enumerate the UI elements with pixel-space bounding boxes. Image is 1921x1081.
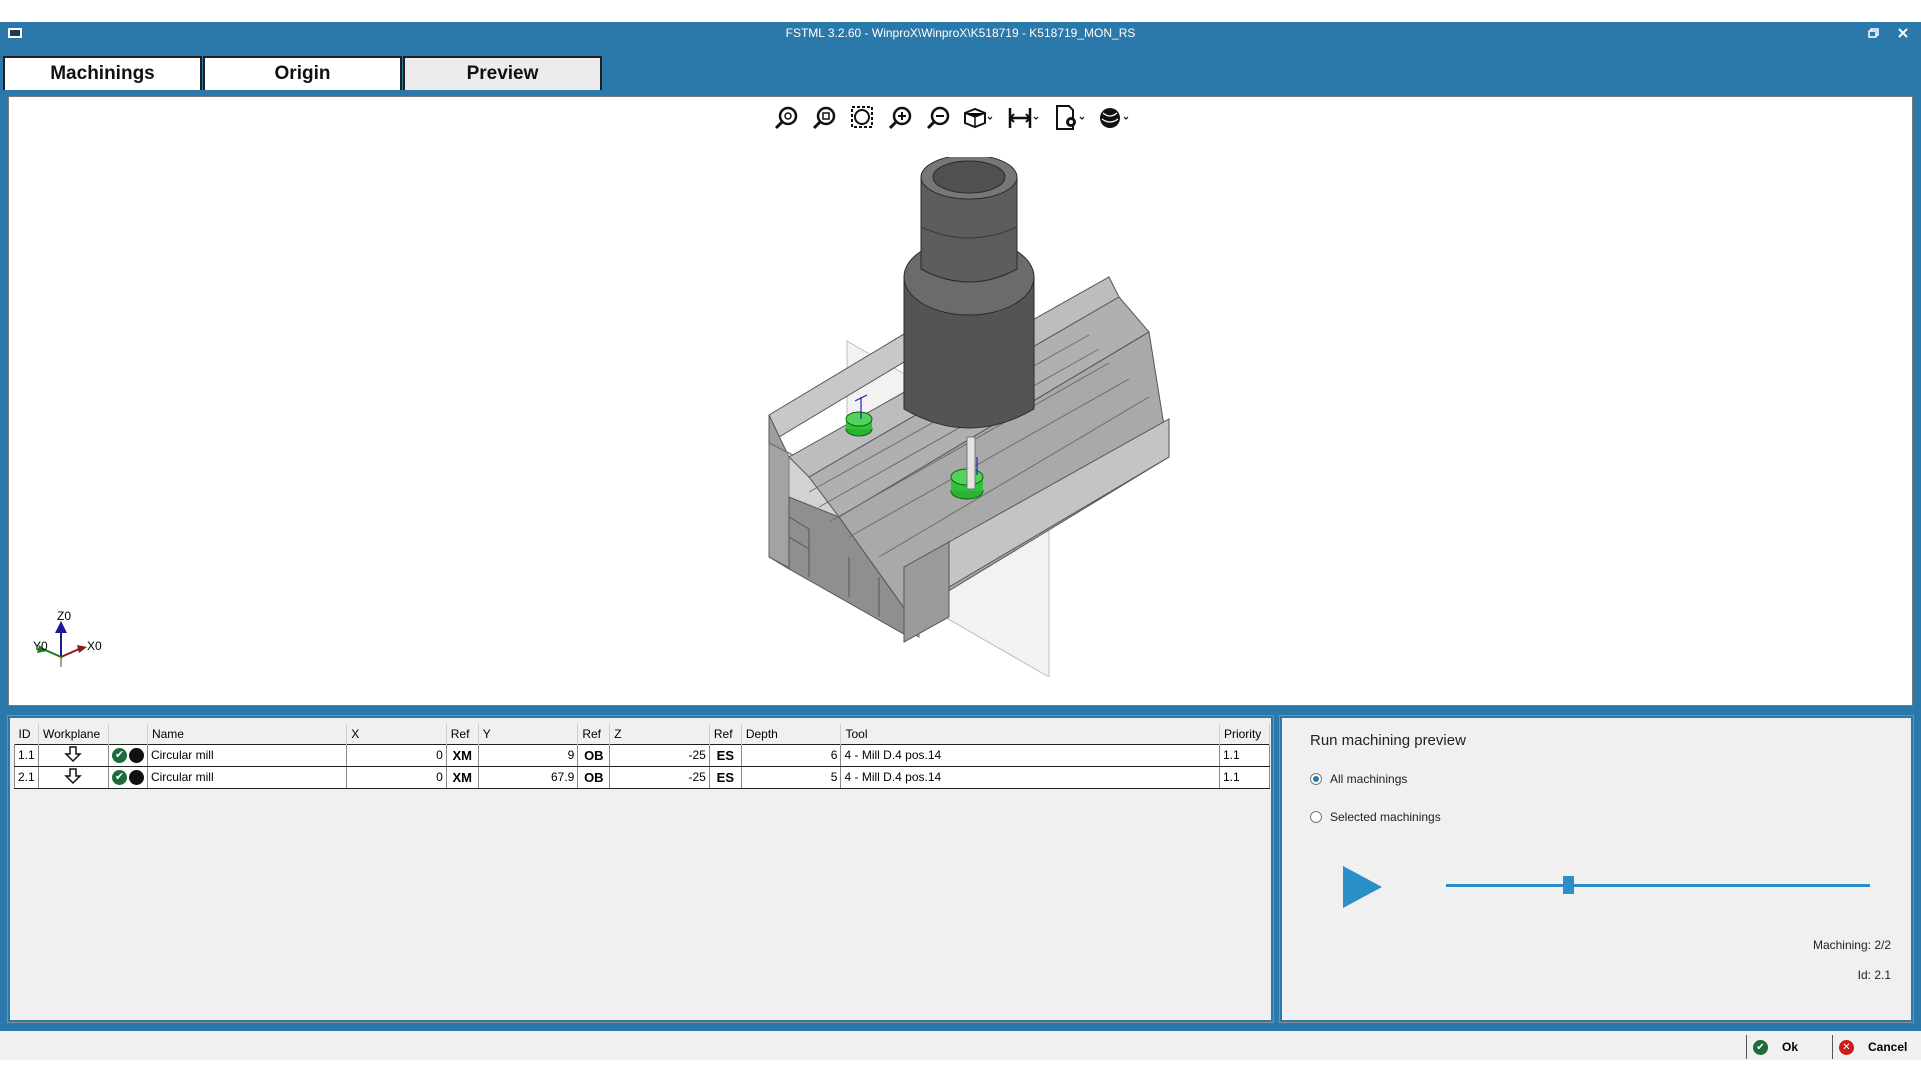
cell-z-ref: ES (708, 765, 742, 789)
title-bar: FSTML 3.2.60 - WinproX\WinproX\K518719 -… (0, 22, 1921, 44)
cancel-button[interactable]: ✕ Cancel (1832, 1035, 1907, 1059)
tab-origin[interactable]: Origin (203, 56, 402, 90)
table-header: ID Workplane Name X Ref Y Ref Z Ref Dept… (14, 724, 1271, 744)
cell-name: Circular mill (146, 765, 348, 789)
view-mode-icon[interactable] (961, 103, 993, 133)
cell-y: 9 (477, 743, 579, 767)
col-x-ref[interactable]: Ref (446, 724, 479, 744)
col-z-ref[interactable]: Ref (709, 724, 742, 744)
zoom-selection-icon[interactable] (809, 103, 841, 133)
tab-bar: Machinings Origin Preview (0, 44, 1921, 90)
cell-x: 0 (346, 765, 447, 789)
col-y-ref[interactable]: Ref (577, 724, 611, 744)
restore-icon[interactable] (1864, 24, 1882, 42)
preview-slider-track[interactable] (1446, 884, 1870, 887)
zoom-all-icon[interactable] (771, 103, 803, 133)
cell-z: -25 (609, 743, 710, 767)
cell-priority: 1.1 (1218, 743, 1271, 767)
cell-tool: 4 - Mill D.4 pos.14 (840, 765, 1220, 789)
enabled-check-icon: ✔ (111, 747, 127, 763)
play-icon[interactable] (1340, 864, 1384, 910)
axis-x-label: X0 (87, 639, 102, 653)
top-strip (0, 0, 1921, 22)
tab-preview[interactable]: Preview (403, 56, 602, 90)
run-preview-panel: Run machining preview All machinings Sel… (1279, 715, 1914, 1023)
zoom-out-icon[interactable] (923, 103, 955, 133)
radio-selected-indicator[interactable] (1310, 811, 1322, 823)
cancel-label: Cancel (1868, 1040, 1908, 1054)
col-x[interactable]: X (346, 724, 447, 744)
col-workplane[interactable]: Workplane (38, 724, 109, 744)
axis-indicator: Z0 X0 Y0 (21, 609, 111, 677)
status-dot-icon (128, 747, 144, 763)
cell-y: 67.9 (477, 765, 579, 789)
state-icons: ✔ (107, 743, 148, 767)
cell-y-ref: OB (577, 765, 611, 789)
radio-all-machinings[interactable]: All machinings (1310, 772, 1407, 786)
cell-name: Circular mill (146, 743, 348, 767)
machining-counter: Machining: 2/2 (1812, 938, 1891, 952)
profile-3d-model[interactable] (749, 157, 1189, 677)
col-state[interactable] (108, 724, 148, 744)
radio-all-label: All machinings (1330, 772, 1408, 786)
bottom-strip (0, 1060, 1921, 1081)
workplane-arrow-down-icon (37, 743, 109, 767)
cell-tool: 4 - Mill D.4 pos.14 (840, 743, 1220, 767)
check-icon: ✔ (1753, 1039, 1768, 1055)
window-title: FSTML 3.2.60 - WinproX\WinproX\K518719 -… (785, 26, 1136, 40)
close-icon[interactable] (1894, 24, 1912, 42)
cell-y-ref: OB (577, 743, 611, 767)
workplane-arrow-down-icon (37, 765, 109, 789)
enabled-check-icon: ✔ (111, 769, 127, 785)
axis-z-label: Z0 (57, 609, 72, 623)
col-y[interactable]: Y (478, 724, 579, 744)
cell-id: 1.1 (14, 743, 39, 767)
tab-machinings[interactable]: Machinings (3, 56, 202, 90)
3d-viewport[interactable]: Z0 X0 Y0 (8, 96, 1913, 706)
radio-selected-label: Selected machinings (1330, 810, 1441, 824)
col-tool[interactable]: Tool (840, 724, 1220, 744)
col-depth[interactable]: Depth (741, 724, 842, 744)
ok-button[interactable]: ✔ Ok (1746, 1035, 1798, 1059)
col-name[interactable]: Name (147, 724, 348, 744)
cell-z: -25 (609, 765, 710, 789)
status-dot-icon (128, 769, 144, 785)
cell-x-ref: XM (445, 765, 479, 789)
measure-icon[interactable] (1007, 103, 1039, 133)
machining-id: Id: 2.1 (1857, 968, 1891, 982)
zoom-in-icon[interactable] (885, 103, 917, 133)
cell-id: 2.1 (14, 765, 39, 789)
state-icons: ✔ (107, 765, 148, 789)
col-z[interactable]: Z (609, 724, 710, 744)
col-priority[interactable]: Priority (1219, 724, 1271, 744)
cell-depth: 6 (740, 743, 842, 767)
axis-y-label: Y0 (33, 639, 48, 653)
render-style-icon[interactable] (1097, 103, 1129, 133)
preview-title: Run machining preview (1310, 732, 1466, 749)
radio-all-indicator[interactable] (1310, 773, 1322, 785)
zoom-window-icon[interactable] (847, 103, 879, 133)
cell-x: 0 (346, 743, 447, 767)
machinings-table: ID Workplane Name X Ref Y Ref Z Ref Dept… (14, 724, 1271, 789)
radio-selected-machinings[interactable]: Selected machinings (1310, 810, 1441, 824)
table-row[interactable]: 2.1 ✔ Circular mill 0 XM 67.9 OB -25 ES … (14, 765, 1271, 789)
cell-priority: 1.1 (1218, 765, 1271, 789)
table-row[interactable]: 1.1 ✔ Circular mill 0 XM 9 OB -25 ES 6 4… (14, 743, 1271, 767)
action-bar: ✔ Ok ✕ Cancel (0, 1030, 1921, 1060)
cell-depth: 5 (740, 765, 842, 789)
preview-slider-thumb[interactable] (1563, 876, 1575, 894)
cell-x-ref: XM (445, 743, 479, 767)
col-id[interactable]: ID (14, 724, 39, 744)
ok-label: Ok (1782, 1040, 1799, 1054)
machinings-table-panel: ID Workplane Name X Ref Y Ref Z Ref Dept… (7, 715, 1274, 1023)
cell-z-ref: ES (708, 743, 742, 767)
display-settings-icon[interactable] (1053, 103, 1085, 133)
cancel-x-icon: ✕ (1839, 1039, 1854, 1055)
